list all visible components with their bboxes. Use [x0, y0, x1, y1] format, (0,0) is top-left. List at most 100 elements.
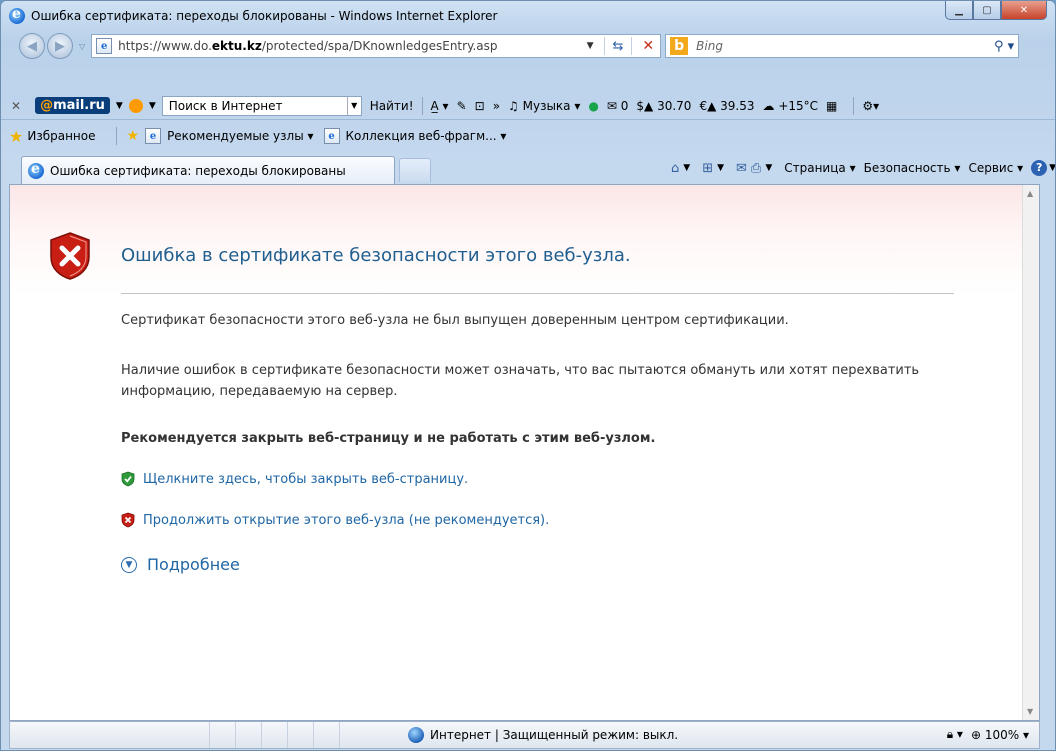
search-box[interactable]: b Bing ⚲ ▾ — [665, 34, 1020, 58]
mail-search-icon — [128, 98, 143, 113]
address-dropdown-icon[interactable]: ▼ — [587, 41, 594, 51]
search-placeholder[interactable]: Bing — [696, 39, 994, 53]
command-bar: ⌂ ▼ ⊞ ▼ ✉ ⎙ ▼ Страница ▾ Безопасность ▾ Сер… — [671, 160, 1055, 176]
help-dropdown-icon[interactable]: ▼ — [1049, 163, 1055, 173]
eur-rate[interactable]: €▲ 39.53 — [699, 99, 754, 113]
close-page-link[interactable]: Щелкните здесь, чтобы закрыть веб-страни… — [121, 471, 468, 487]
window-title: Ошибка сертификата: переходы блокированы… — [31, 9, 498, 23]
content-area: Ошибка в сертификате безопасности этого … — [9, 184, 1040, 721]
safety-menu[interactable]: Безопасность ▾ — [864, 161, 961, 175]
print-icon[interactable]: ⎙ — [751, 161, 761, 176]
close-icon: ✕ — [1019, 4, 1029, 16]
settings-icon[interactable]: ⚙▾ — [862, 99, 879, 113]
find-button[interactable]: Найти! — [370, 99, 414, 113]
status-right: 🔒︎ ▾ ⊕ 100% ▾ — [947, 727, 1029, 742]
tab-row: Ошибка сертификата: переходы блокированы… — [1, 154, 1055, 184]
stop-icon[interactable]: ✕ — [642, 38, 654, 54]
search-icon[interactable]: ⚲ ▾ — [994, 39, 1014, 54]
mail-logo[interactable]: @mail.ru — [35, 97, 110, 114]
highlight-icon[interactable]: ✎ — [457, 99, 467, 113]
tools-menu[interactable]: Сервис ▾ — [968, 161, 1023, 175]
weather[interactable]: ☁ +15°C — [762, 99, 818, 113]
print-dropdown-icon[interactable]: ▼ — [765, 163, 772, 173]
address-bar[interactable]: e https://www.do.ektu.kz/protected/spa/D… — [91, 34, 662, 58]
browser-window: Ошибка сертификата: переходы блокированы… — [0, 0, 1056, 751]
new-tab-button[interactable] — [399, 158, 431, 182]
security-zone[interactable]: Интернет | Защищенный режим: выкл. — [408, 727, 678, 743]
expand-chevron-icon: ▼ — [121, 556, 137, 573]
green-shield-icon — [121, 471, 135, 487]
web-slices-link[interactable]: e Коллекция веб-фрагм... ▾ — [323, 128, 506, 144]
font-size-icon[interactable]: A̲ ▾ — [431, 99, 449, 113]
mail-search-placeholder: Поиск в Интернет — [168, 98, 283, 113]
vertical-scrollbar[interactable]: ▲ ▼ — [1022, 185, 1039, 720]
address-row: ◀ ▶ ▽ e https://www.do.ektu.kz/protected… — [1, 31, 1055, 61]
zoom-control[interactable]: ⊕ 100% ▾ — [971, 728, 1029, 742]
minimize-icon: ▁ — [955, 4, 963, 16]
window-controls: ▁ ▢ ✕ — [945, 1, 1047, 20]
address-url[interactable]: https://www.do.ektu.kz/protected/spa/DKn… — [118, 39, 580, 53]
close-button[interactable]: ✕ — [1001, 1, 1047, 20]
forward-arrow-icon: ▶ — [55, 38, 65, 54]
mail-dropdown-icon[interactable]: ▼ — [116, 101, 123, 111]
map-icon[interactable]: ▦ — [826, 99, 837, 113]
home-icon[interactable]: ⌂ — [671, 161, 679, 176]
error-shield-icon — [50, 232, 90, 280]
red-shield-icon — [121, 512, 135, 528]
add-favorite-icon[interactable]: ★ — [127, 128, 140, 144]
maximize-button[interactable]: ▢ — [973, 1, 1001, 20]
feeds-icon[interactable]: ⊞ — [702, 161, 713, 176]
protected-mode-icon[interactable]: 🔒︎ ▾ — [947, 727, 963, 742]
separator — [115, 127, 117, 145]
error-description: Сертификат безопасности этого веб-узла н… — [121, 313, 789, 328]
divider — [121, 293, 954, 294]
error-heading: Ошибка в сертификате безопасности этого … — [121, 245, 631, 266]
scroll-down-icon[interactable]: ▼ — [1027, 707, 1033, 716]
recommendation-text: Рекомендуется закрыть веб-страницу и не … — [121, 431, 656, 446]
favorites-star-icon: ★ — [9, 126, 24, 146]
bing-logo-icon: b — [670, 37, 689, 55]
favorites-button[interactable]: ★ Избранное — [9, 127, 96, 146]
continue-link[interactable]: Продолжить открытие этого веб-узла (не р… — [121, 512, 549, 528]
help-icon[interactable]: ? — [1031, 160, 1048, 176]
history-dropdown-icon[interactable]: ▽ — [79, 42, 85, 51]
forward-button[interactable]: ▶ — [47, 33, 73, 59]
agent-icon[interactable]: ● — [588, 99, 598, 113]
refresh-icon[interactable]: ⇆ — [613, 39, 624, 54]
error-explanation: Наличие ошибок в сертификате безопасност… — [121, 363, 920, 399]
page-icon: e — [145, 128, 162, 144]
title-bar[interactable]: Ошибка сертификата: переходы блокированы… — [1, 1, 1055, 31]
tab-title: Ошибка сертификата: переходы блокированы — [50, 163, 346, 178]
search-engine-dropdown-icon[interactable]: ▼ — [149, 101, 156, 111]
back-button[interactable]: ◀ — [19, 33, 45, 59]
preview-icon[interactable]: ⊡ — [475, 99, 485, 113]
mail-search-dropdown-icon[interactable]: ▼ — [346, 96, 361, 115]
mail-icon[interactable]: ✉ — [736, 161, 747, 176]
suggested-sites-link[interactable]: e Рекомендуемые узлы ▾ — [145, 128, 314, 144]
status-cell — [210, 722, 236, 748]
separator — [853, 96, 855, 115]
music-button[interactable]: ♫ Музыка ▾ — [508, 99, 580, 113]
scroll-up-icon[interactable]: ▲ — [1027, 189, 1033, 198]
minimize-button[interactable]: ▁ — [945, 1, 973, 20]
globe-icon — [408, 727, 424, 743]
status-bar: Интернет | Защищенный режим: выкл. 🔒︎ ▾ … — [9, 721, 1040, 749]
status-cell — [262, 722, 288, 748]
more-info-link[interactable]: ▼ Подробнее — [121, 555, 240, 574]
home-dropdown-icon[interactable]: ▼ — [683, 163, 690, 173]
status-cell — [314, 722, 340, 748]
close-toolbar-icon[interactable]: ✕ — [11, 99, 21, 113]
page-icon: e — [96, 38, 113, 54]
page-menu[interactable]: Страница ▾ — [784, 161, 855, 175]
separator — [603, 37, 605, 55]
usd-rate[interactable]: $▲ 30.70 — [636, 99, 691, 113]
feeds-dropdown-icon[interactable]: ▼ — [717, 163, 724, 173]
mail-search-input[interactable]: Поиск в Интернет ▼ — [161, 95, 362, 116]
mail-count[interactable]: ✉ 0 — [607, 99, 629, 113]
mail-toolbar: ✕ @mail.ru ▼ ▼ Поиск в Интернет ▼ Найти!… — [1, 92, 1055, 120]
separator — [421, 96, 423, 115]
tab-active[interactable]: Ошибка сертификата: переходы блокированы — [21, 156, 395, 184]
separator — [631, 37, 633, 55]
status-cell — [288, 722, 314, 748]
more-chevron-icon[interactable]: » — [493, 99, 500, 113]
